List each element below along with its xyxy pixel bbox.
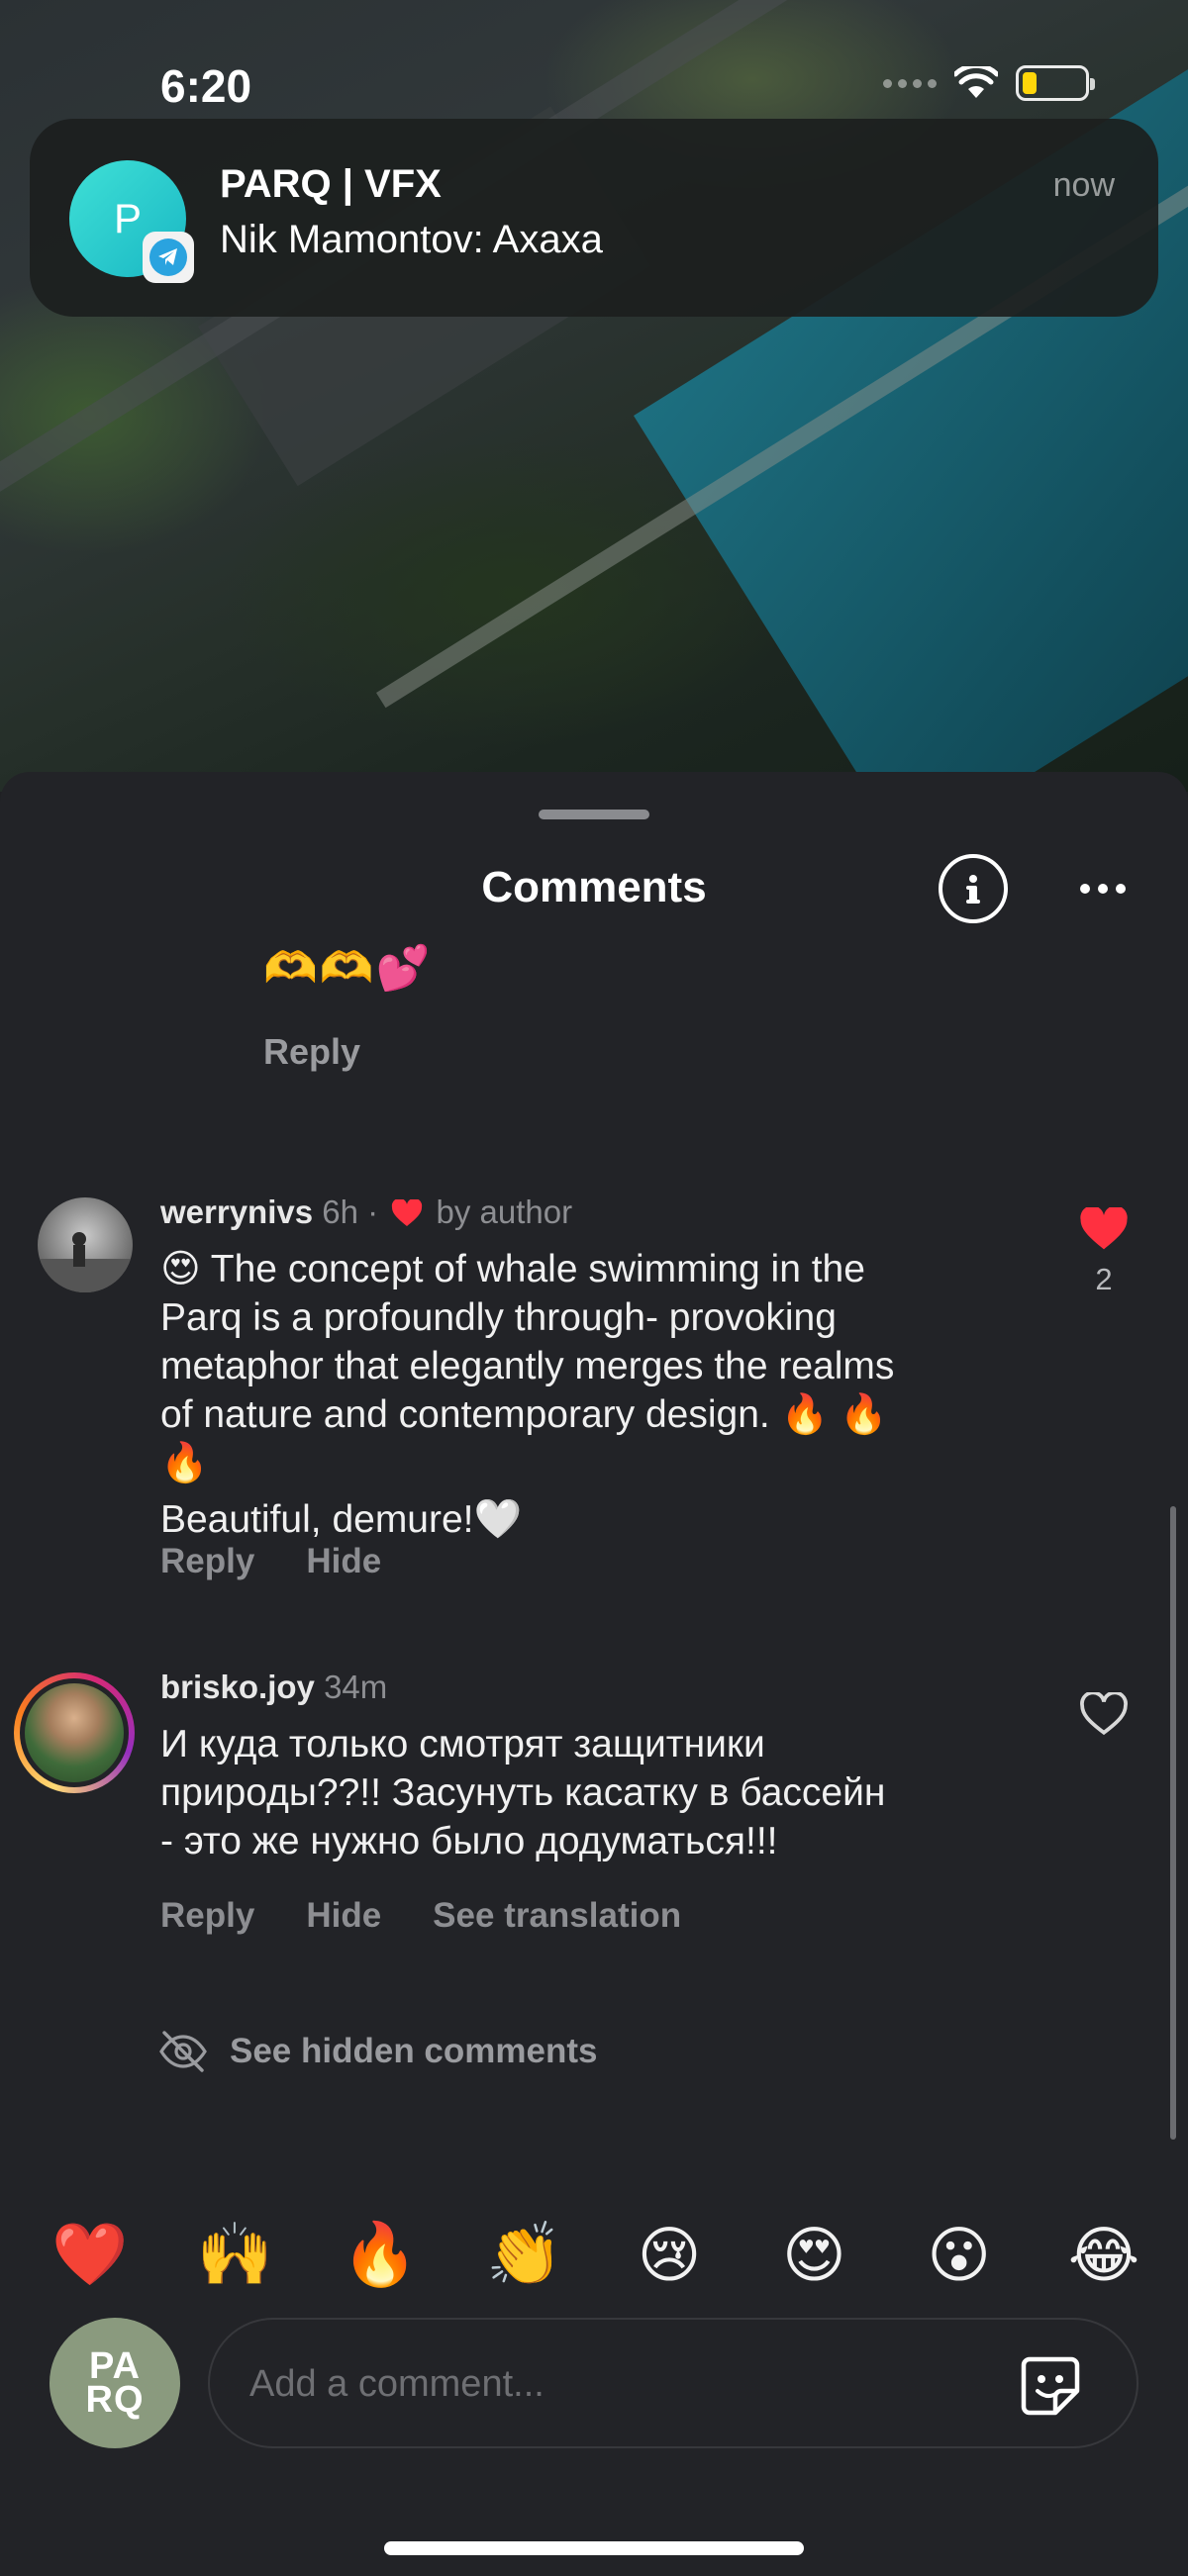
reply-button[interactable]: Reply <box>160 1542 254 1581</box>
telegram-notification-banner[interactable]: P PARQ | VFX Nik Mamontov: Axaxa now <box>30 119 1158 317</box>
comment-username[interactable]: brisko.joy <box>160 1669 315 1705</box>
avatar[interactable]: PA RQ <box>50 2318 180 2448</box>
status-bar: 6:20 <box>0 0 1188 119</box>
comment-time: 6h <box>322 1193 358 1230</box>
reaction-fire[interactable]: 🔥 <box>340 2219 421 2291</box>
cellular-signal-icon <box>883 78 937 88</box>
comment-text-line: 😍 The concept of whale swimming in the <box>160 1248 865 1290</box>
comment-text: И куда только смотрят защитники природы?… <box>160 1720 1022 1865</box>
reaction-surprised[interactable]: 😮 <box>919 2219 1000 2291</box>
comment-input[interactable]: Add a comment... <box>208 2318 1138 2448</box>
previous-comment-emojis: 🫶🫶💕 <box>263 944 433 993</box>
comment-text-line: Parq is a profoundly through- provoking <box>160 1296 837 1339</box>
avatar-letter: P <box>113 195 142 241</box>
status-icons <box>883 65 1095 101</box>
notification-title: PARQ | VFX <box>220 162 442 206</box>
reaction-crying[interactable]: 😢 <box>629 2219 710 2291</box>
comment-actions: Reply Hide See translation <box>160 1896 681 1936</box>
see-hidden-comments-label: See hidden comments <box>230 2032 598 2070</box>
comment-text-line: Beautiful, demure!🤍 <box>160 1498 523 1541</box>
see-translation-button[interactable]: See translation <box>433 1896 681 1936</box>
comment-username[interactable]: werrynivs <box>160 1193 313 1230</box>
comments-sheet: Comments 🫶🫶💕 Reply werrynivs 6h · by aut… <box>0 772 1188 2576</box>
liked-by-author-label: by author <box>436 1193 573 1230</box>
reaction-raised-hands[interactable]: 🙌 <box>194 2219 275 2291</box>
sheet-title: Comments <box>481 863 707 911</box>
home-indicator[interactable] <box>384 2541 804 2555</box>
comment-text-line: И куда только смотрят защитники <box>160 1723 765 1765</box>
avatar[interactable] <box>14 1672 135 1793</box>
previous-comment-reply-button[interactable]: Reply <box>263 1031 360 1073</box>
comment-text-line: of nature and contemporary design. 🔥 🔥 <box>160 1393 888 1436</box>
telegram-icon <box>143 232 194 283</box>
reaction-clap[interactable]: 👏 <box>484 2219 565 2291</box>
like-count[interactable]: 2 <box>1074 1262 1134 1297</box>
hide-button[interactable]: Hide <box>306 1542 381 1581</box>
comment-text-line: metaphor that elegantly merges the realm… <box>160 1345 895 1387</box>
eye-slash-icon <box>159 2031 207 2072</box>
status-time: 6:20 <box>160 60 252 112</box>
comment-like <box>1074 1690 1134 1741</box>
comment-text-line: - это же нужно было додуматься!!! <box>160 1820 778 1862</box>
comment-time: 34m <box>324 1669 388 1705</box>
comment-header: werrynivs 6h · by author <box>160 1193 572 1231</box>
notification-time: now <box>1052 166 1115 204</box>
see-hidden-comments-button[interactable]: See hidden comments <box>158 2031 597 2072</box>
quick-reactions-bar: ❤️ 🙌 🔥 👏 😢 😍 😮 😂 <box>0 2219 1188 2291</box>
comment-actions: Reply Hide <box>160 1542 381 1581</box>
comment-header: brisko.joy 34m <box>160 1669 387 1706</box>
comment-text-line: природы??!! Засунуть касатку в бассейн <box>160 1771 886 1814</box>
info-icon[interactable] <box>939 854 1008 923</box>
comment-text: 😍 The concept of whale swimming in the P… <box>160 1245 1022 1544</box>
notification-body: Nik Mamontov: Axaxa <box>220 218 603 261</box>
avatar-text-bottom: RQ <box>85 2379 145 2421</box>
reaction-heart[interactable]: ❤️ <box>50 2219 131 2291</box>
hide-button[interactable]: Hide <box>306 1896 381 1936</box>
meta-separator: · <box>367 1193 379 1230</box>
reaction-heart-eyes[interactable]: 😍 <box>773 2219 854 2291</box>
wifi-icon <box>954 66 998 98</box>
comment-like: 2 <box>1074 1205 1134 1297</box>
sticker-icon[interactable] <box>1018 2353 1083 2419</box>
comment-text-line: 🔥 <box>160 1442 209 1484</box>
sheet-grabber-handle[interactable] <box>539 810 649 819</box>
heart-outline-icon[interactable] <box>1079 1690 1129 1736</box>
liked-by-author-heart-icon <box>392 1199 423 1226</box>
battery-icon <box>1016 65 1095 101</box>
scrollbar[interactable] <box>1170 1506 1176 2140</box>
reply-button[interactable]: Reply <box>160 1896 254 1936</box>
avatar[interactable] <box>38 1197 133 1292</box>
battery-level <box>1023 72 1037 94</box>
avatar-text-top: PA <box>89 2345 141 2387</box>
heart-filled-icon[interactable] <box>1079 1205 1129 1251</box>
comment-input-placeholder: Add a comment... <box>249 2363 544 2405</box>
reaction-laughing[interactable]: 😂 <box>1063 2219 1144 2291</box>
more-horizontal-icon[interactable] <box>1073 861 1133 916</box>
